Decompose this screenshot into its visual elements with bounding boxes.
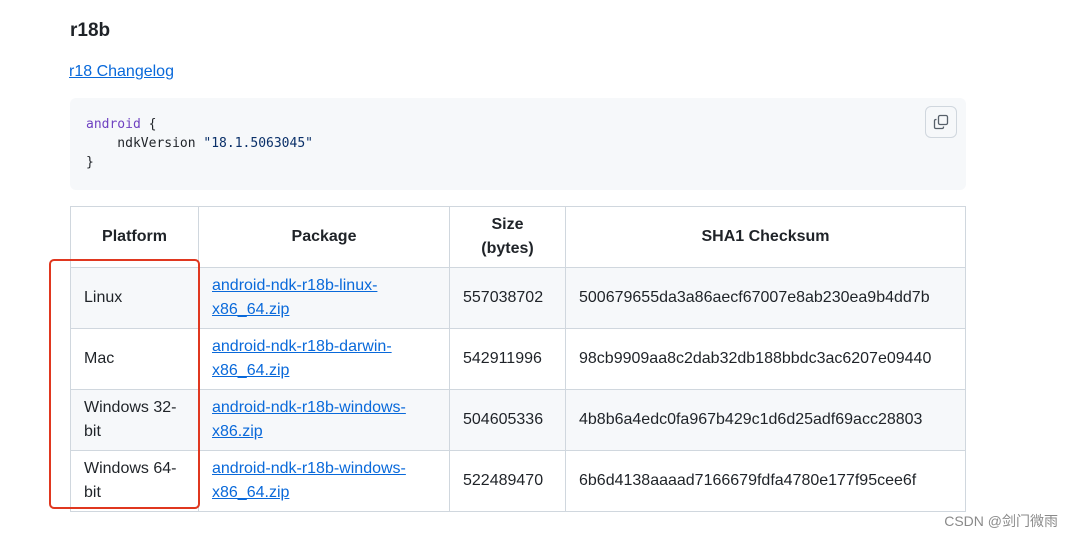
code-brace-open: { (140, 117, 157, 132)
section-heading: r18b (70, 20, 111, 41)
header-package: Package (198, 206, 450, 268)
changelog-link[interactable]: r18 Changelog (69, 61, 174, 83)
header-size-line2: (bytes) (481, 240, 534, 257)
cell-platform: Mac (70, 328, 199, 390)
cell-checksum: 98cb9909aa8c2dab32db188bbdc3ac6207e09440 (565, 328, 966, 390)
cell-package: android-ndk-r18b-windows-x86.zip (198, 389, 450, 451)
code-block: android { ndkVersion "18.1.5063045" } (70, 98, 966, 190)
cell-platform: Linux (70, 267, 199, 329)
package-link[interactable]: android-ndk-r18b-windows-x86_64.zip (212, 460, 406, 501)
code-brace-close: } (86, 155, 94, 170)
downloads-table: Platform Package Size (bytes) SHA1 Checks… (70, 206, 966, 512)
copy-icon (933, 114, 949, 130)
code-snippet: android { ndkVersion "18.1.5063045" } (86, 115, 313, 172)
cell-platform: Windows 32- bit (70, 389, 199, 451)
table-row: Linux android-ndk-r18b-linux-x86_64.zip … (70, 267, 966, 329)
header-size-line1: Size (491, 216, 524, 233)
header-platform: Platform (70, 206, 199, 268)
cell-size: 522489470 (449, 450, 566, 512)
header-size: Size (bytes) (449, 206, 566, 268)
cell-checksum: 500679655da3a86aecf67007e8ab230ea9b4dd7b (565, 267, 966, 329)
watermark: CSDN @剑门微雨 (944, 513, 1058, 529)
package-link[interactable]: android-ndk-r18b-linux-x86_64.zip (212, 277, 377, 318)
code-keyword: android (86, 117, 141, 132)
header-checksum: SHA1 Checksum (565, 206, 966, 268)
table-row: Windows 64- bit android-ndk-r18b-windows-… (70, 450, 966, 512)
cell-size: 504605336 (449, 389, 566, 451)
package-link[interactable]: android-ndk-r18b-windows-x86.zip (212, 399, 406, 440)
code-string: "18.1.5063045" (203, 136, 313, 151)
cell-package: android-ndk-r18b-windows-x86_64.zip (198, 450, 450, 512)
table-row: Mac android-ndk-r18b-darwin-x86_64.zip 5… (70, 328, 966, 390)
cell-size: 542911996 (449, 328, 566, 390)
package-link[interactable]: android-ndk-r18b-darwin-x86_64.zip (212, 338, 392, 379)
table-header-row: Platform Package Size (bytes) SHA1 Checks… (70, 206, 966, 268)
cell-package: android-ndk-r18b-darwin-x86_64.zip (198, 328, 450, 390)
cell-checksum: 4b8b6a4edc0fa967b429c1d6d25adf69acc28803 (565, 389, 966, 451)
table-row: Windows 32- bit android-ndk-r18b-windows-… (70, 389, 966, 451)
cell-checksum: 6b6d4138aaaad7166679fdfa4780e177f95cee6f (565, 450, 966, 512)
copy-button[interactable] (925, 106, 957, 138)
cell-size: 557038702 (449, 267, 566, 329)
code-property: ndkVersion (86, 136, 204, 151)
cell-package: android-ndk-r18b-linux-x86_64.zip (198, 267, 450, 329)
cell-platform: Windows 64- bit (70, 450, 199, 512)
